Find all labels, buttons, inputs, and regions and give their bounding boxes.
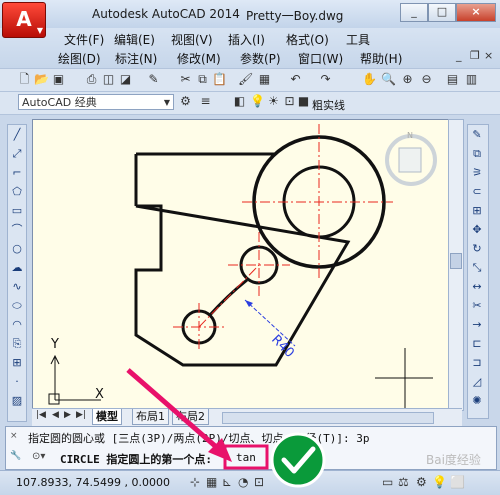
input-highlight-box: [223, 444, 269, 470]
chevron-down-icon: ▼: [36, 26, 43, 35]
application-menu-button[interactable]: A ▼: [2, 2, 46, 38]
annotation-overlay: [126, 368, 326, 488]
annotation-arrow-shaft: [126, 368, 224, 454]
check-badge: [270, 432, 326, 488]
